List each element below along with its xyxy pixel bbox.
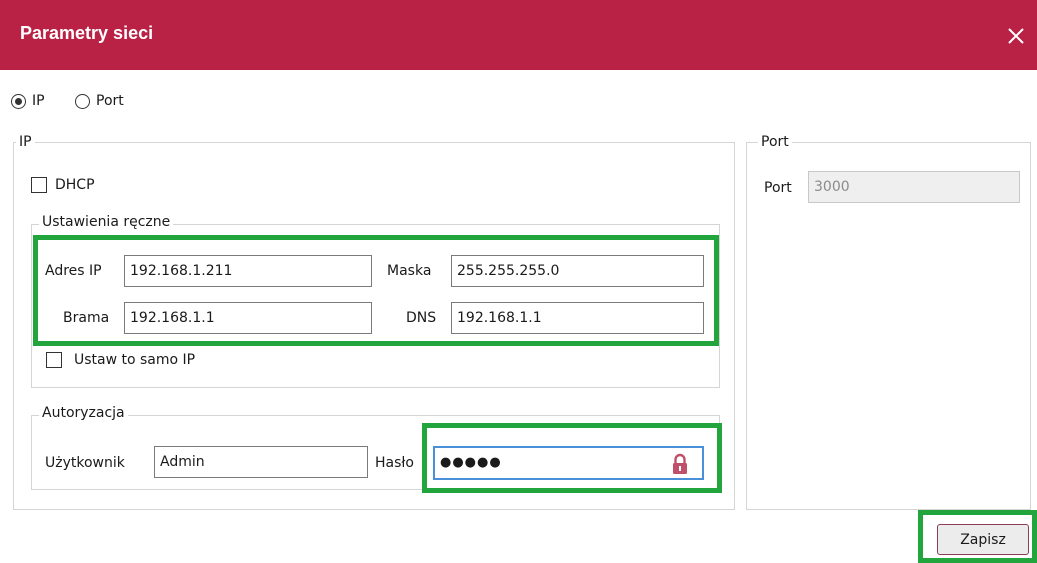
mask-label: Maska bbox=[387, 263, 432, 279]
manual-settings-legend: Ustawienia ręczne bbox=[39, 214, 174, 230]
radio-ip[interactable] bbox=[11, 94, 26, 109]
same-ip-label: Ustaw to samo IP bbox=[74, 352, 196, 368]
password-label: Hasło bbox=[375, 455, 414, 471]
auth-legend: Autoryzacja bbox=[39, 405, 128, 421]
mask-input[interactable] bbox=[451, 255, 704, 287]
ip-address-input[interactable] bbox=[124, 255, 372, 287]
dns-input[interactable] bbox=[451, 302, 704, 334]
user-input[interactable] bbox=[154, 446, 368, 478]
ip-address-label: Adres IP bbox=[45, 263, 102, 279]
radio-selected-dot bbox=[15, 98, 22, 105]
password-mask: ●●●●● bbox=[440, 455, 502, 470]
password-input[interactable]: ●●●●● bbox=[433, 446, 704, 480]
radio-ip-label: IP bbox=[32, 93, 45, 109]
port-input bbox=[808, 171, 1020, 203]
ip-group-legend: IP bbox=[16, 134, 35, 150]
save-button[interactable]: Zapisz bbox=[937, 524, 1029, 555]
dhcp-label: DHCP bbox=[55, 177, 95, 193]
lock-icon bbox=[671, 453, 689, 475]
gateway-label: Brama bbox=[63, 310, 110, 326]
radio-port[interactable] bbox=[75, 94, 90, 109]
dhcp-checkbox[interactable] bbox=[31, 177, 47, 193]
dns-label: DNS bbox=[406, 310, 437, 326]
port-group-legend: Port bbox=[758, 134, 792, 150]
radio-port-label: Port bbox=[96, 93, 124, 109]
user-label: Użytkownik bbox=[45, 455, 125, 471]
window-title: Parametry sieci bbox=[20, 23, 154, 43]
close-icon[interactable] bbox=[1004, 24, 1028, 48]
gateway-input[interactable] bbox=[124, 302, 372, 334]
port-label: Port bbox=[764, 180, 792, 196]
same-ip-checkbox[interactable] bbox=[46, 352, 62, 368]
title-bar: Parametry sieci bbox=[0, 0, 1037, 70]
